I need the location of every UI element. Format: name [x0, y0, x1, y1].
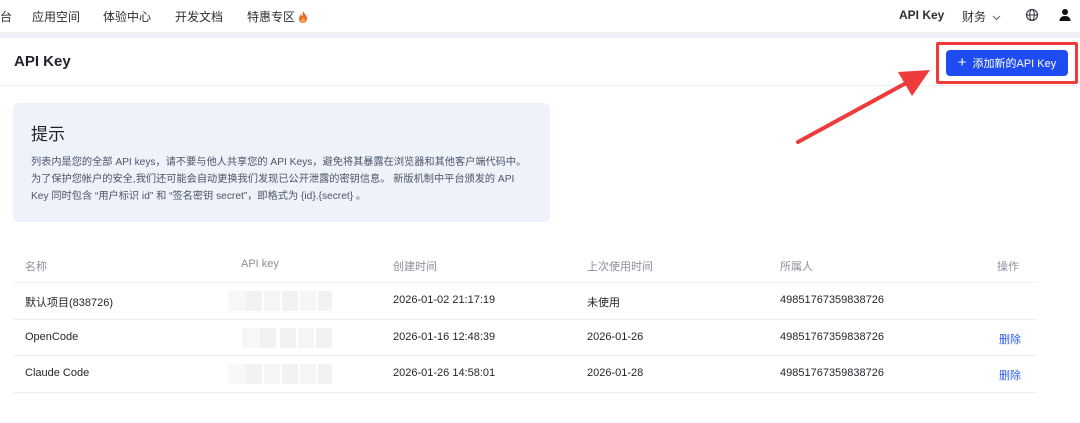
delete-link[interactable]: 删除 [999, 367, 1021, 383]
api-key-masked [228, 291, 338, 311]
top-nav: 台 应用空间 体验中心 开发文档 特惠专区 API Key 财务 [0, 0, 1080, 32]
nav-finance-label: 财务 [962, 10, 987, 24]
nav-item-app-space[interactable]: 应用空间 [32, 8, 80, 25]
row-last-used: 2026-01-26 [587, 330, 644, 343]
row-last-used: 未使用 [587, 297, 620, 309]
nav-item-special-offers-label: 特惠专区 [247, 10, 296, 24]
nav-item-partial[interactable]: 台 [0, 8, 12, 25]
user-icon[interactable] [1059, 8, 1073, 22]
row-name: OpenCode [25, 330, 79, 343]
row-owner: 49851767359838726 [780, 330, 885, 343]
col-created: 创建时间 [393, 261, 437, 273]
chevron-down-icon [992, 13, 1001, 24]
table-row: 默认项目(838726) 2026-01-02 21:17:19 未使用 498… [13, 283, 1037, 320]
hint-panel: 提示 列表内是您的全部 API keys，请不要与他人共享您的 API Keys… [13, 103, 550, 222]
nav-finance-dropdown[interactable]: 财务 [962, 8, 1001, 25]
table-header: 名称 API key 创建时间 上次使用时间 所属人 操作 [13, 247, 1037, 283]
row-last-used: 2026-01-28 [587, 367, 644, 379]
row-created: 2026-01-02 21:17:19 [393, 294, 496, 306]
row-name: 默认项目(838726) [25, 297, 114, 309]
col-action: 操作 [997, 261, 1019, 273]
nav-api-key[interactable]: API Key [899, 8, 944, 22]
api-key-masked [228, 327, 338, 348]
row-created: 2026-01-16 12:48:39 [393, 330, 496, 343]
hint-body: 列表内是您的全部 API keys，请不要与他人共享您的 API Keys，避免… [31, 157, 527, 202]
col-owner: 所属人 [780, 261, 813, 273]
api-key-masked [228, 364, 338, 384]
globe-icon[interactable] [1025, 8, 1039, 22]
add-api-key-button[interactable]: + 添加新的API Key [946, 50, 1068, 76]
page-title: API Key [14, 53, 71, 70]
nav-item-dev-docs[interactable]: 开发文档 [175, 8, 223, 25]
plus-icon: + [957, 54, 967, 71]
row-owner: 49851767359838726 [780, 294, 885, 306]
page-header: API Key + 添加新的API Key [0, 38, 1080, 86]
api-key-table: 名称 API key 创建时间 上次使用时间 所属人 操作 默认项目(83872… [13, 247, 1037, 393]
table-row: Claude Code 2026-01-26 14:58:01 2026-01-… [13, 356, 1037, 393]
hint-title: 提示 [31, 125, 65, 144]
nav-item-special-offers[interactable]: 特惠专区 [247, 8, 308, 26]
row-created: 2026-01-26 14:58:01 [393, 367, 496, 379]
row-owner: 49851767359838726 [780, 367, 885, 379]
row-name: Claude Code [25, 367, 90, 379]
nav-item-experience-center[interactable]: 体验中心 [103, 8, 151, 25]
fire-icon [298, 11, 308, 26]
col-name: 名称 [25, 261, 47, 273]
add-api-key-label: 添加新的API Key [972, 58, 1057, 70]
table-row: OpenCode 2026-01-16 12:48:39 2026-01-26 … [13, 320, 1037, 356]
delete-link[interactable]: 删除 [999, 331, 1021, 347]
col-last-used: 上次使用时间 [587, 261, 653, 273]
col-api-key: API key [241, 258, 279, 270]
